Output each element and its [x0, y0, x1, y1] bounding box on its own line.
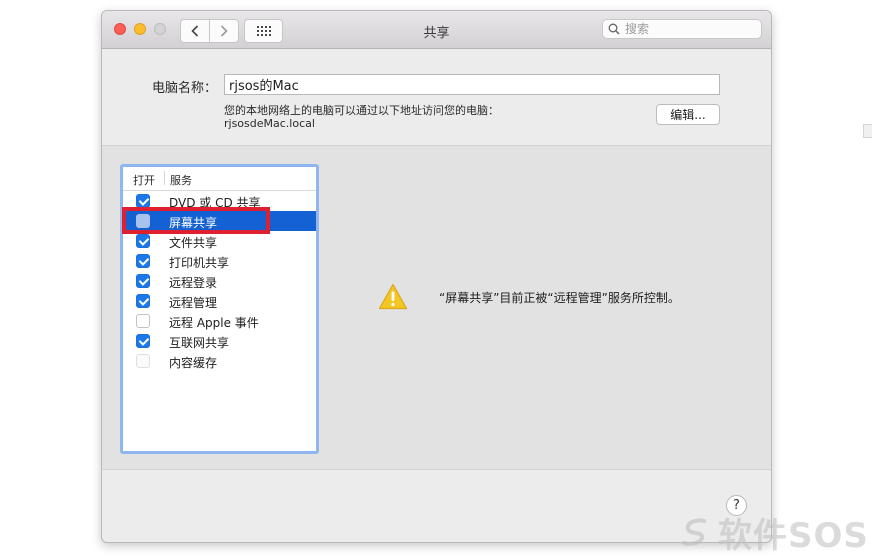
service-row[interactable]: 互联网共享 [123, 331, 316, 351]
service-row[interactable]: DVD 或 CD 共享 [123, 191, 316, 211]
services-rows: DVD 或 CD 共享 屏幕共享文件共享打印机共享远程登录远程管理远程 Apple… [123, 191, 316, 371]
service-checkbox[interactable] [136, 294, 150, 308]
computer-name-input[interactable] [224, 74, 720, 95]
service-row[interactable]: 打印机共享 [123, 251, 316, 271]
service-label: 远程 Apple 事件 [169, 316, 259, 330]
sharing-preferences-window: 共享 电脑名称： 您的本地网络上的电脑可以通过以下地址访问您的电脑： rjsos… [101, 10, 772, 543]
watermark-logo-icon [682, 518, 706, 546]
service-row[interactable]: 屏幕共享 [123, 211, 316, 231]
edit-button[interactable]: 编辑... [656, 104, 720, 125]
service-label: 互联网共享 [169, 336, 230, 350]
computer-name-label: 电脑名称： [152, 81, 218, 96]
service-label: 屏幕共享 [169, 216, 218, 230]
search-field[interactable] [602, 19, 762, 39]
service-checkbox [136, 354, 150, 368]
service-label: 打印机共享 [169, 256, 230, 270]
service-checkbox[interactable] [136, 334, 150, 348]
service-label: DVD 或 CD 共享 [169, 196, 261, 210]
status-message: “屏幕共享”目前正被“远程管理”服务所控制。 [439, 291, 680, 305]
service-label: 内容缓存 [169, 356, 218, 370]
service-checkbox[interactable] [136, 314, 150, 328]
service-label: 文件共享 [169, 236, 218, 250]
service-checkbox[interactable] [136, 194, 150, 208]
service-checkbox[interactable] [136, 254, 150, 268]
title-bar: 共享 [102, 11, 771, 49]
service-row[interactable]: 内容缓存 [123, 351, 316, 371]
service-row[interactable]: 远程 Apple 事件 [123, 311, 316, 331]
service-checkbox[interactable] [136, 234, 150, 248]
column-header-service[interactable]: 服务 [170, 172, 192, 188]
warning-icon [378, 283, 408, 310]
services-list[interactable]: 打开 服务 DVD 或 CD 共享 屏幕共享文件共享打印机共享远程登录远程管理远程… [120, 164, 319, 454]
service-label: 远程登录 [169, 276, 218, 290]
service-label: 远程管理 [169, 296, 218, 310]
service-row[interactable]: 远程登录 [123, 271, 316, 291]
search-icon [608, 23, 620, 35]
service-row[interactable]: 远程管理 [123, 291, 316, 311]
column-header-open[interactable]: 打开 [133, 172, 155, 188]
watermark: 软件SOS [678, 512, 869, 556]
background-window-edge [863, 124, 872, 138]
service-checkbox[interactable] [136, 274, 150, 288]
network-address: rjsosdeMac.local [224, 117, 315, 130]
search-input[interactable] [625, 20, 757, 38]
service-row[interactable]: 文件共享 [123, 231, 316, 251]
network-address-note: 您的本地网络上的电脑可以通过以下地址访问您的电脑： [224, 104, 499, 117]
service-checkbox[interactable] [136, 214, 150, 228]
column-divider [164, 171, 165, 185]
watermark-text: 软件SOS [718, 515, 869, 556]
services-list-header: 打开 服务 [123, 167, 316, 191]
